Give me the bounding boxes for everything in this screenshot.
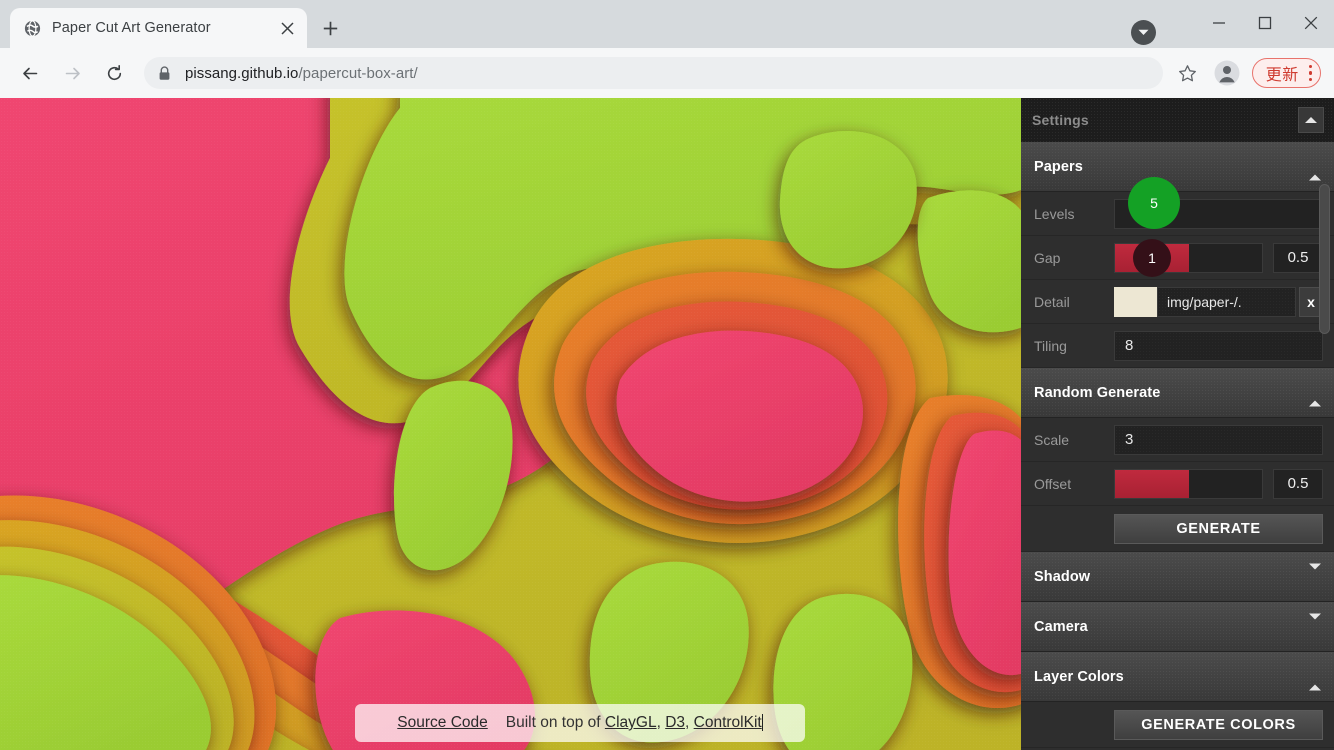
row-label: Scale xyxy=(1034,431,1070,448)
settings-panel-header: Settings xyxy=(1021,98,1334,142)
group-header-random-generate[interactable]: Random Generate xyxy=(1021,368,1334,418)
tab-close-icon[interactable] xyxy=(275,16,299,40)
bookmark-star-icon[interactable] xyxy=(1171,56,1205,90)
new-tab-button[interactable] xyxy=(313,11,347,45)
settings-panel: Settings Papers Levels 5 Gap 0.5 1 Detai… xyxy=(1021,98,1334,750)
window-close-button[interactable] xyxy=(1288,0,1334,46)
page-viewport: Settings Papers Levels 5 Gap 0.5 1 Detai… xyxy=(0,98,1334,750)
row-generate-colors: GENERATE COLORS xyxy=(1021,702,1334,748)
row-label: Tiling xyxy=(1034,337,1067,354)
address-bar[interactable]: pissang.github.io/papercut-box-art/ xyxy=(144,57,1163,89)
chevron-up-icon xyxy=(1305,117,1317,123)
gap-value-bubble: 1 xyxy=(1133,239,1171,277)
group-title: Papers xyxy=(1034,158,1083,175)
globe-icon xyxy=(24,19,41,37)
claygl-link[interactable]: ClayGL xyxy=(605,714,657,731)
row-detail[interactable]: Detail img/paper-/. x xyxy=(1021,280,1334,324)
row-gap[interactable]: Gap 0.5 1 xyxy=(1021,236,1334,280)
group-header-papers[interactable]: Papers xyxy=(1021,142,1334,192)
chevron-up-icon[interactable] xyxy=(1309,669,1321,690)
group-title: Shadow xyxy=(1034,568,1091,585)
group-title: Camera xyxy=(1034,618,1088,635)
panel-scrollbar-thumb[interactable] xyxy=(1319,184,1330,334)
group-header-shadow[interactable]: Shadow xyxy=(1021,552,1334,602)
row-label: Detail xyxy=(1034,293,1070,310)
source-code-link[interactable]: Source Code xyxy=(397,714,487,732)
offset-slider[interactable] xyxy=(1114,468,1263,499)
settings-title: Settings xyxy=(1032,112,1089,128)
update-button[interactable]: 更新 xyxy=(1251,58,1321,88)
group-header-camera[interactable]: Camera xyxy=(1021,602,1334,652)
row-tiling[interactable]: Tiling 8 xyxy=(1021,324,1334,368)
panel-scrollbar[interactable] xyxy=(1319,144,1332,748)
settings-collapse-button[interactable] xyxy=(1298,107,1324,133)
offset-value-input[interactable]: 0.5 xyxy=(1273,468,1323,499)
back-button[interactable] xyxy=(13,56,47,90)
d3-link[interactable]: D3 xyxy=(665,714,685,731)
profile-avatar[interactable] xyxy=(1210,56,1244,90)
url-text: pissang.github.io/papercut-box-art/ xyxy=(185,65,418,82)
row-scale[interactable]: Scale 3 xyxy=(1021,418,1334,462)
forward-button[interactable] xyxy=(55,56,89,90)
window-controls xyxy=(1196,0,1334,46)
gap-value-input[interactable]: 0.5 xyxy=(1273,242,1323,273)
tiling-input[interactable]: 8 xyxy=(1114,330,1323,361)
lock-icon xyxy=(158,65,173,81)
more-menu-icon[interactable] xyxy=(1308,65,1312,81)
detail-texture-swatch[interactable] xyxy=(1114,286,1157,317)
tab-title: Paper Cut Art Generator xyxy=(52,20,211,36)
window-minimize-button[interactable] xyxy=(1196,0,1242,46)
credit-bar: Source Code Built on top of ClayGL, D3, … xyxy=(355,704,805,742)
browser-window: Paper Cut Art Generator pissang.github.i… xyxy=(0,0,1334,750)
url-domain: pissang.github.io xyxy=(185,64,299,82)
row-offset[interactable]: Offset 0.5 xyxy=(1021,462,1334,506)
row-label: Offset xyxy=(1034,475,1072,492)
detail-texture-path[interactable]: img/paper-/. xyxy=(1157,286,1296,317)
group-title: Random Generate xyxy=(1034,384,1161,401)
generate-colors-button[interactable]: GENERATE COLORS xyxy=(1114,709,1323,740)
row-levels[interactable]: Levels 5 xyxy=(1021,177,1334,236)
settings-panel-body[interactable]: Papers Levels 5 Gap 0.5 1 Detail img/pap… xyxy=(1021,142,1334,750)
chevron-down-icon[interactable] xyxy=(1309,563,1321,584)
offset-slider-fill xyxy=(1115,469,1189,498)
browser-tab[interactable]: Paper Cut Art Generator xyxy=(10,8,307,48)
row-label: Levels xyxy=(1034,205,1075,222)
chevron-down-icon[interactable] xyxy=(1309,613,1321,634)
scale-input[interactable]: 3 xyxy=(1114,424,1323,455)
chevron-up-icon[interactable] xyxy=(1309,385,1321,406)
levels-value-bubble: 5 xyxy=(1128,177,1180,229)
reload-button[interactable] xyxy=(97,56,131,90)
controlkit-link[interactable]: ControlKit xyxy=(693,714,763,731)
chevron-down-icon[interactable] xyxy=(1131,20,1156,45)
papercut-layers xyxy=(0,98,1021,750)
tab-strip: Paper Cut Art Generator xyxy=(0,0,1334,48)
url-path: /papercut-box-art/ xyxy=(298,64,418,82)
papercut-art-canvas[interactable] xyxy=(0,98,1021,750)
window-maximize-button[interactable] xyxy=(1242,0,1288,46)
browser-toolbar: pissang.github.io/papercut-box-art/ 更新 xyxy=(0,48,1334,98)
generate-button[interactable]: GENERATE xyxy=(1114,513,1323,544)
group-title: Layer Colors xyxy=(1034,668,1124,685)
chevron-up-icon[interactable] xyxy=(1309,159,1321,180)
row-label: Gap xyxy=(1034,249,1061,266)
credit-text: Built on top of ClayGL, D3, ControlKit xyxy=(505,714,763,731)
row-generate: GENERATE xyxy=(1021,506,1334,552)
group-header-layer-colors[interactable]: Layer Colors xyxy=(1021,652,1334,702)
update-label: 更新 xyxy=(1265,67,1299,84)
